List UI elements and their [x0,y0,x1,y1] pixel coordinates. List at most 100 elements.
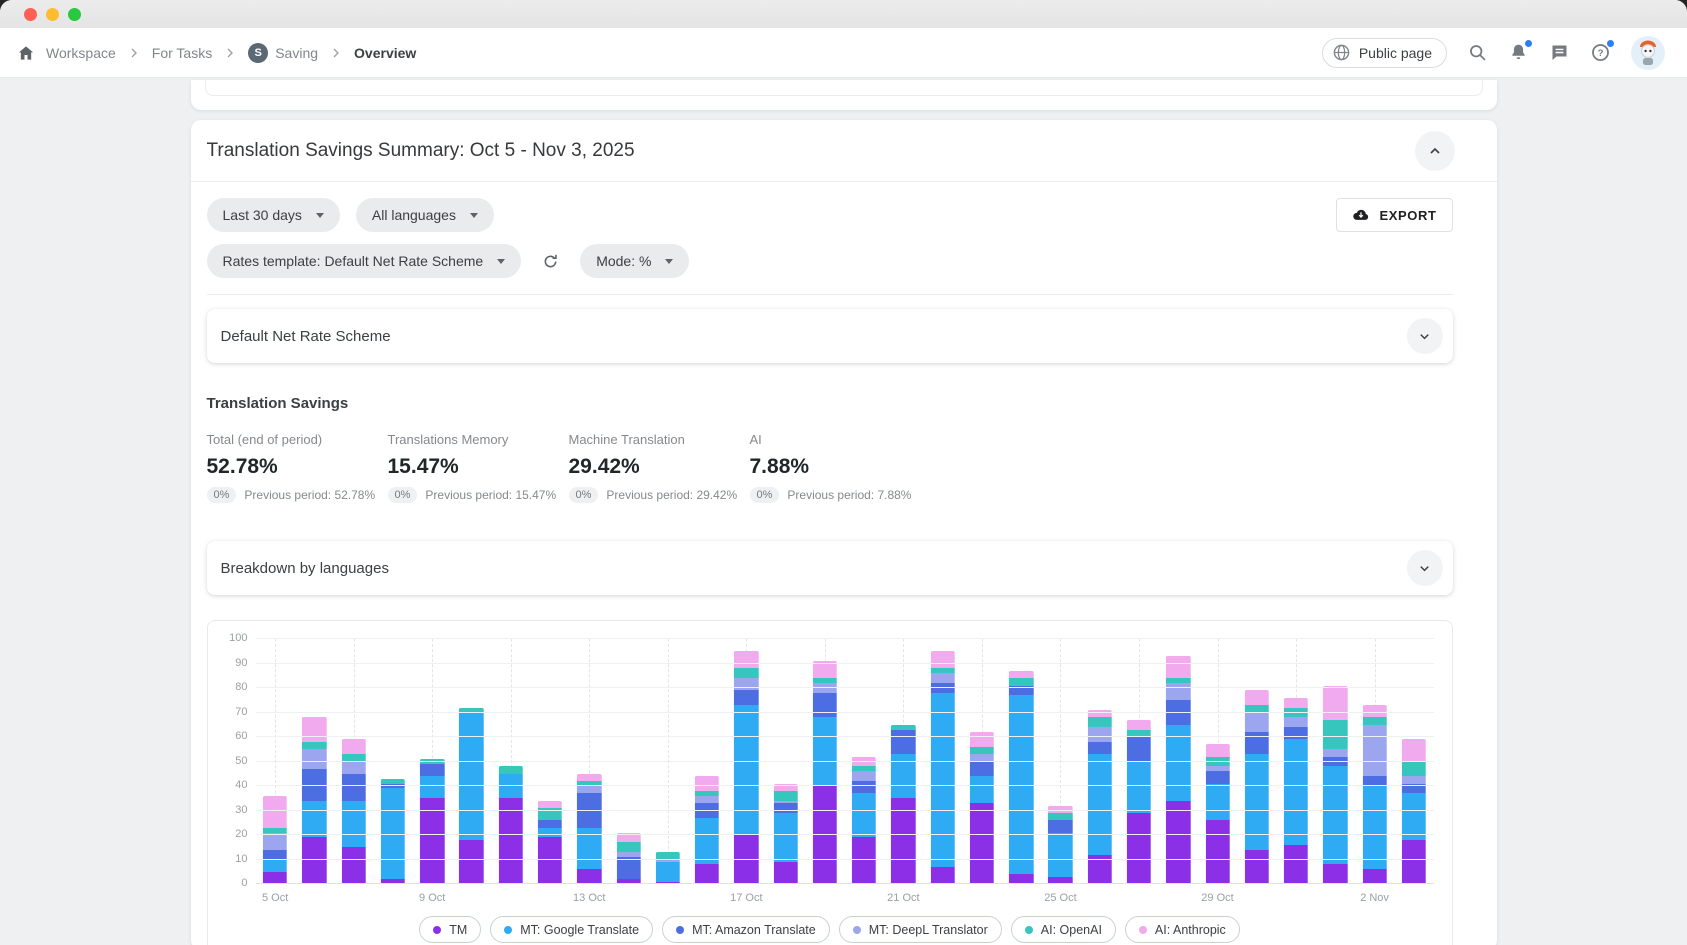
bar-segment[interactable] [852,757,876,767]
stacked-bar[interactable] [420,759,444,884]
bar-segment[interactable] [459,713,483,840]
expand-rate-scheme-button[interactable] [1407,318,1443,354]
bar-segment[interactable] [1166,801,1190,884]
legend-item[interactable]: AI: OpenAI [1011,916,1116,943]
stacked-bar[interactable] [891,725,915,884]
stacked-bar[interactable] [1362,705,1386,884]
bar-segment[interactable] [930,651,954,668]
stacked-bar[interactable] [577,774,601,884]
stacked-bar[interactable] [1048,806,1072,884]
bar-segment[interactable] [813,683,837,693]
bar-segment[interactable] [970,747,994,754]
search-icon[interactable] [1467,42,1488,63]
bar-segment[interactable] [1205,771,1229,783]
stacked-bar[interactable] [852,757,876,884]
bar-segment[interactable] [1048,820,1072,832]
bar-segment[interactable] [1127,737,1151,762]
bar-segment[interactable] [695,776,719,791]
date-range-select[interactable]: Last 30 days [207,198,340,232]
stacked-bar[interactable] [813,661,837,884]
languages-select[interactable]: All languages [356,198,494,232]
bar-segment[interactable] [1127,762,1151,813]
bar-segment[interactable] [773,813,797,862]
bar-segment[interactable] [1284,708,1308,718]
bar-segment[interactable] [1284,698,1308,708]
bar-segment[interactable] [1284,739,1308,844]
legend-item[interactable]: MT: DeepL Translator [839,916,1002,943]
bar-segment[interactable] [420,764,444,776]
bar-segment[interactable] [577,786,601,793]
bar-segment[interactable] [1245,754,1269,850]
bar-segment[interactable] [1245,690,1269,705]
bar-segment[interactable] [1166,656,1190,678]
export-button[interactable]: EXPORT [1336,198,1452,232]
bar-segment[interactable] [1048,813,1072,820]
rates-template-select[interactable]: Rates template: Default Net Rate Scheme [207,244,522,278]
stacked-bar[interactable] [1009,671,1033,884]
breadcrumb-saving[interactable]: S Saving [248,43,318,63]
breadcrumb-for-tasks[interactable]: For Tasks [152,45,212,61]
bar-segment[interactable] [1088,727,1112,742]
bar-segment[interactable] [1323,749,1347,756]
bar-segment[interactable] [734,690,758,705]
bar-segment[interactable] [695,864,719,884]
notifications-bell-icon[interactable] [1508,42,1529,63]
bar-segment[interactable] [813,786,837,884]
legend-item[interactable]: AI: Anthropic [1125,916,1240,943]
bar-segment[interactable] [499,798,523,884]
bar-segment[interactable] [538,820,562,827]
bar-segment[interactable] [341,847,365,884]
bar-segment[interactable] [1323,686,1347,720]
expand-breakdown-button[interactable] [1407,550,1443,586]
bar-segment[interactable] [930,683,954,693]
bar-segment[interactable] [891,798,915,884]
bar-segment[interactable] [734,705,758,835]
bar-segment[interactable] [1048,833,1072,877]
bar-segment[interactable] [970,732,994,747]
bar-segment[interactable] [263,833,287,850]
bar-segment[interactable] [263,860,287,872]
bar-segment[interactable] [577,869,601,884]
bar-segment[interactable] [1205,744,1229,756]
rate-scheme-panel[interactable]: Default Net Rate Scheme [207,309,1453,363]
bar-segment[interactable] [577,793,601,827]
bar-segment[interactable] [341,739,365,754]
bar-segment[interactable] [1205,757,1229,767]
bar-segment[interactable] [1323,864,1347,884]
bar-segment[interactable] [420,798,444,884]
bar-segment[interactable] [773,803,797,813]
bar-segment[interactable] [1284,717,1308,727]
bar-segment[interactable] [891,730,915,755]
zoom-window-button[interactable] [68,8,81,21]
bar-segment[interactable] [1009,671,1033,678]
bar-segment[interactable] [695,803,719,818]
home-icon[interactable] [16,43,36,63]
bar-segment[interactable] [970,762,994,777]
bar-segment[interactable] [813,693,837,718]
breakdown-panel[interactable]: Breakdown by languages [207,541,1453,595]
bar-segment[interactable] [1088,717,1112,727]
collapse-card-button[interactable] [1415,131,1455,171]
bar-segment[interactable] [1362,717,1386,724]
bar-segment[interactable] [1127,813,1151,884]
bar-segment[interactable] [302,742,326,749]
stacked-bar[interactable] [381,779,405,884]
close-window-button[interactable] [24,8,37,21]
bar-segment[interactable] [1088,754,1112,854]
bar-segment[interactable] [341,774,365,801]
bar-segment[interactable] [420,776,444,798]
chat-icon[interactable] [1549,42,1570,63]
bar-segment[interactable] [1245,850,1269,884]
legend-item[interactable]: MT: Google Translate [490,916,653,943]
breadcrumb-workspace[interactable]: Workspace [46,45,116,61]
avatar[interactable] [1631,36,1665,70]
bar-segment[interactable] [1205,820,1229,884]
bar-segment[interactable] [341,801,365,848]
bar-segment[interactable] [499,766,523,773]
bar-segment[interactable] [970,776,994,803]
bar-segment[interactable] [656,862,680,882]
bar-segment[interactable] [1402,776,1426,783]
bar-segment[interactable] [1402,793,1426,840]
bar-segment[interactable] [302,717,326,742]
bar-segment[interactable] [459,840,483,884]
